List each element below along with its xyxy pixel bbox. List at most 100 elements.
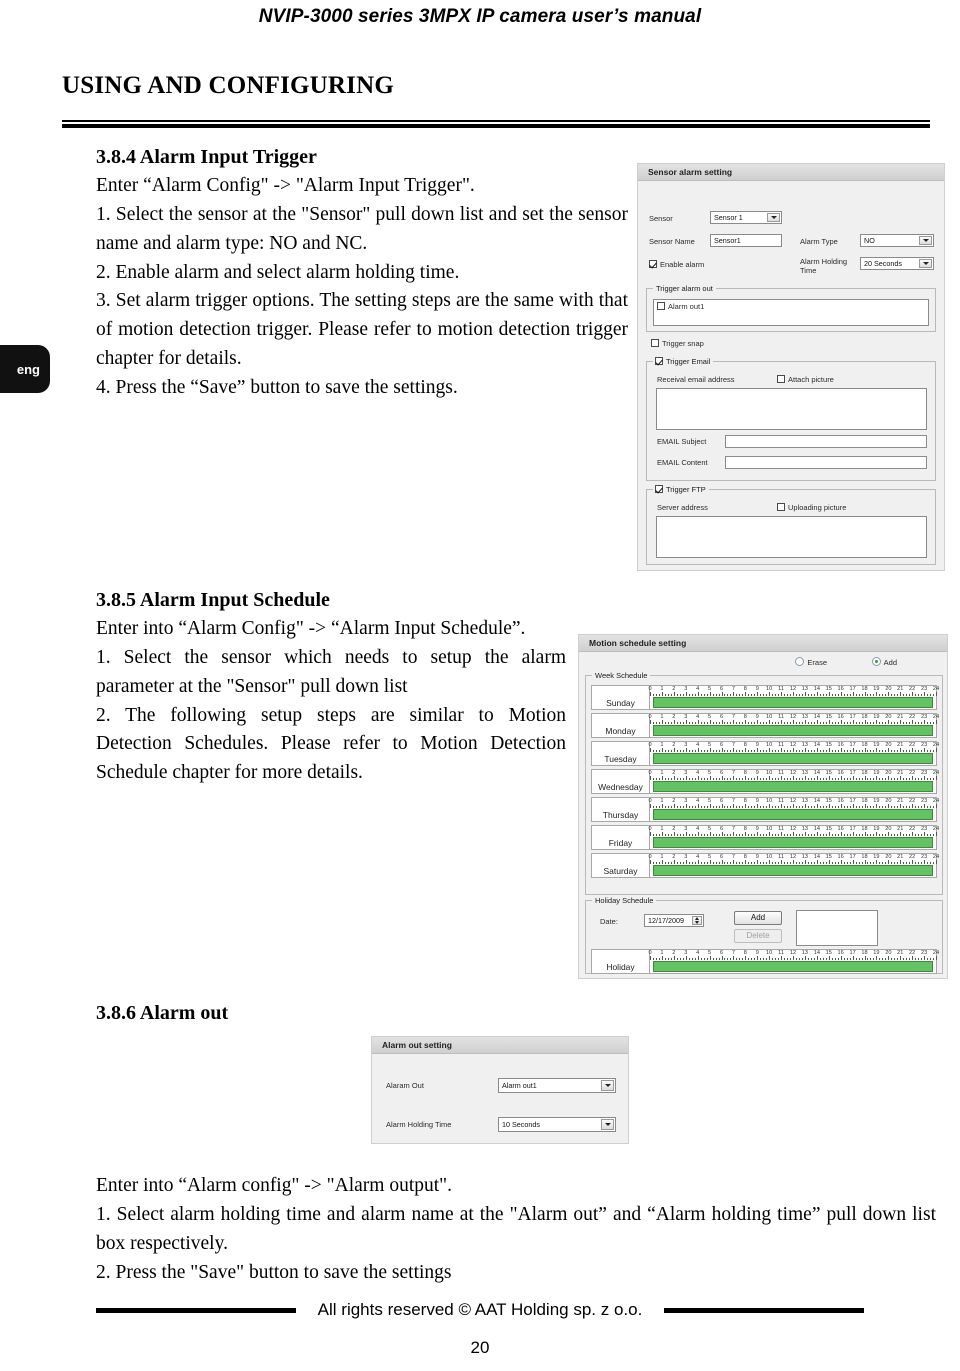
hour-tick xyxy=(840,776,842,780)
hour-tick xyxy=(804,776,806,780)
email-content-input[interactable] xyxy=(725,456,927,469)
schedule-active-bar[interactable] xyxy=(653,809,933,820)
trigger-email-label: Trigger Email xyxy=(666,357,711,366)
hour-tick xyxy=(795,694,797,696)
hour-tick xyxy=(757,720,759,724)
alarm-out1-item[interactable]: Alarm out1 xyxy=(654,300,928,311)
schedule-active-bar[interactable] xyxy=(653,697,933,708)
schedule-day-row[interactable]: Friday 0 1 2 3 4 5 6 7 8 9 10 11 12 13 14 15 16 17 18 19 20 21… xyxy=(591,825,939,850)
hour-tick xyxy=(745,860,747,864)
hour-tick xyxy=(733,748,735,752)
holiday-delete-button[interactable]: Delete xyxy=(734,929,782,943)
spinner-icon[interactable] xyxy=(692,916,702,925)
hour-tick xyxy=(781,832,783,836)
schedule-timeline[interactable]: 0 1 2 3 4 5 6 7 8 9 10 11 12 13 14 15 16 17 18 19 20 21 22 23 24 xyxy=(648,742,939,765)
schedule-day-row[interactable]: Holiday 0 1 2 3 4 5 6 7 8 9 10 11 12 13 14 15 16 17 18 19 20 2… xyxy=(591,949,939,974)
schedule-day-row[interactable]: Saturday 0 1 2 3 4 5 6 7 8 9 10 11 12 13 14 15 16 17 18 19 20… xyxy=(591,853,939,878)
hour-tick xyxy=(736,694,738,696)
hour-tick xyxy=(682,862,684,864)
hour-tick xyxy=(661,956,663,960)
schedule-day-row[interactable]: Monday 0 1 2 3 4 5 6 7 8 9 10 11 12 13 14 15 16 17 18 19 20 21… xyxy=(591,713,939,738)
section-3-8-6-intro: Enter into “Alarm config" -> "Alarm outp… xyxy=(96,1175,452,1196)
receival-email-listbox[interactable] xyxy=(656,388,927,430)
hour-tick xyxy=(709,692,711,696)
erase-radio[interactable]: Erase xyxy=(795,657,827,667)
hour-tick xyxy=(912,832,914,836)
language-tab-eng[interactable]: eng xyxy=(0,345,50,393)
hour-tick xyxy=(694,834,696,836)
schedule-timeline[interactable]: 0 1 2 3 4 5 6 7 8 9 10 11 12 13 14 15 16 17 18 19 20 21 22 23 24 xyxy=(648,798,939,821)
hour-tick xyxy=(727,750,729,752)
hour-tick xyxy=(828,956,830,960)
uploading-picture-checkbox[interactable]: Uploading picture xyxy=(777,503,846,512)
hour-tick xyxy=(751,834,753,836)
hour-tick xyxy=(655,694,657,696)
trigger-email-checkbox[interactable]: Trigger Email xyxy=(653,357,714,366)
server-address-listbox[interactable] xyxy=(656,516,927,558)
hour-tick xyxy=(888,720,890,724)
hour-tick xyxy=(897,750,899,752)
hour-tick xyxy=(840,720,842,724)
schedule-day-row[interactable]: Thursday 0 1 2 3 4 5 6 7 8 9 10 11 12 13 14 15 16 17 18 19 20… xyxy=(591,797,939,822)
hour-tick xyxy=(927,778,929,780)
hour-tick xyxy=(906,778,908,780)
schedule-timeline[interactable]: 0 1 2 3 4 5 6 7 8 9 10 11 12 13 14 15 16 17 18 19 20 21 22 23 24 xyxy=(648,686,939,709)
alarm-holding-time-select[interactable]: 20 Seconds xyxy=(860,257,934,270)
hour-tick xyxy=(670,834,672,836)
hour-tick xyxy=(807,750,809,752)
hour-tick xyxy=(658,958,660,960)
hour-tick xyxy=(724,862,726,864)
hour-tick xyxy=(679,694,681,696)
hour-tick xyxy=(834,750,836,752)
hour-tick xyxy=(775,694,777,696)
hour-tick xyxy=(736,958,738,960)
holiday-list[interactable] xyxy=(796,910,878,946)
schedule-day-row[interactable]: Sunday 0 1 2 3 4 5 6 7 8 9 10 11 12 13 14 15 16 17 18 19 20 21… xyxy=(591,685,939,710)
hour-tick xyxy=(769,720,771,724)
sensor-select[interactable]: Sensor 1 xyxy=(710,211,782,224)
trigger-ftp-checkbox[interactable]: Trigger FTP xyxy=(653,485,709,494)
hour-tick xyxy=(885,722,887,724)
schedule-active-bar[interactable] xyxy=(653,961,933,972)
hour-tick xyxy=(894,722,896,724)
sensor-name-input[interactable]: Sensor1 xyxy=(710,234,782,247)
hour-tick xyxy=(918,722,920,724)
schedule-timeline[interactable]: 0 1 2 3 4 5 6 7 8 9 10 11 12 13 14 15 16 17 18 19 20 21 22 23 24 xyxy=(648,714,939,737)
schedule-timeline[interactable]: 0 1 2 3 4 5 6 7 8 9 10 11 12 13 14 15 16 17 18 19 20 21 22 23 24 xyxy=(648,826,939,849)
email-subject-input[interactable] xyxy=(725,435,927,448)
schedule-day-row[interactable]: Wednesday 0 1 2 3 4 5 6 7 8 9 10 11 12 13 14 15 16 17 18 19 2… xyxy=(591,769,939,794)
add-radio[interactable]: Add xyxy=(871,657,897,667)
hour-tick xyxy=(751,750,753,752)
holiday-date-input[interactable]: 12/17/2009 xyxy=(644,914,704,927)
schedule-active-bar[interactable] xyxy=(653,753,933,764)
alarm-out-select[interactable]: Alarm out1 xyxy=(498,1078,616,1093)
hour-tick xyxy=(667,778,669,780)
hour-tick xyxy=(784,694,786,696)
hour-tick xyxy=(760,778,762,780)
hour-tick xyxy=(772,694,774,696)
alarm-type-select[interactable]: NO xyxy=(860,234,934,247)
hour-tick xyxy=(739,722,741,724)
schedule-timeline[interactable]: 0 1 2 3 4 5 6 7 8 9 10 11 12 13 14 15 16 17 18 19 20 21 22 23 24 xyxy=(648,854,939,877)
schedule-active-bar[interactable] xyxy=(653,865,933,876)
attach-picture-checkbox[interactable]: Attach picture xyxy=(777,375,834,384)
schedule-timeline[interactable]: 0 1 2 3 4 5 6 7 8 9 10 11 12 13 14 15 16 17 18 19 20 21 22 23 24 xyxy=(648,950,939,973)
schedule-active-bar[interactable] xyxy=(653,725,933,736)
schedule-timeline[interactable]: 0 1 2 3 4 5 6 7 8 9 10 11 12 13 14 15 16 17 18 19 20 21 22 23 24 xyxy=(648,770,939,793)
alarm-holding-time-select-2[interactable]: 10 Seconds xyxy=(498,1117,616,1132)
hour-tick xyxy=(837,806,839,808)
schedule-active-bar[interactable] xyxy=(653,837,933,848)
schedule-active-bar[interactable] xyxy=(653,781,933,792)
holiday-add-button[interactable]: Add xyxy=(734,911,782,925)
alarm-out-listbox[interactable]: Alarm out1 xyxy=(653,299,929,326)
schedule-day-row[interactable]: Tuesday 0 1 2 3 4 5 6 7 8 9 10 11 12 13 14 15 16 17 18 19 20 2… xyxy=(591,741,939,766)
hour-tick xyxy=(825,778,827,780)
enable-alarm-checkbox[interactable]: Enable alarm xyxy=(649,260,704,269)
trigger-snap-checkbox[interactable]: Trigger snap xyxy=(651,339,704,348)
hour-tick xyxy=(691,778,693,780)
hour-tick xyxy=(745,692,747,696)
hour-tick xyxy=(837,862,839,864)
hour-tick xyxy=(855,722,857,724)
hour-tick xyxy=(718,750,720,752)
hour-tick xyxy=(837,834,839,836)
